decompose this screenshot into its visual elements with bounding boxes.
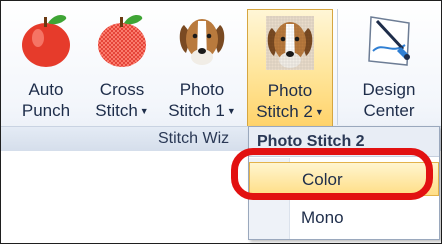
menu-item-mono[interactable]: Mono <box>249 201 439 235</box>
button-line2: Stitch <box>95 101 138 120</box>
auto-punch-button[interactable]: Auto Punch <box>13 7 79 127</box>
menu-item-label: Mono <box>301 208 344 227</box>
button-line2: Stitch 2 <box>256 102 313 121</box>
button-line1: Auto <box>28 80 64 99</box>
dropdown-arrow-icon: ▼ <box>139 106 149 117</box>
dog-photo-mosaic-icon <box>266 16 314 70</box>
apple-icon <box>22 15 70 67</box>
button-line2: Punch <box>21 101 71 120</box>
photo-stitch-1-button[interactable]: Photo Stitch 1 ▼ <box>163 7 241 127</box>
button-line1: Photo <box>179 80 225 99</box>
dropdown-arrow-icon: ▼ <box>314 107 324 118</box>
design-center-button[interactable]: Design Center <box>347 7 431 127</box>
button-line1: Photo <box>267 81 313 100</box>
photo-stitch-2-button[interactable]: Photo Stitch 2 ▼ <box>247 9 333 127</box>
group-separator <box>337 9 338 125</box>
highlight-annotation-ring <box>231 148 433 200</box>
group-label: Stitch Wiz <box>158 130 230 147</box>
button-line1: Design <box>362 80 416 99</box>
button-line2: Center <box>363 101 415 120</box>
cross-stitch-apple-icon <box>98 15 146 67</box>
button-line2: Stitch 1 <box>168 101 225 120</box>
button-line1: Cross <box>99 80 145 99</box>
design-center-icon <box>368 16 410 66</box>
cross-stitch-button[interactable]: Cross Stitch ▼ <box>86 7 158 127</box>
dropdown-arrow-icon: ▼ <box>226 106 236 117</box>
dog-photo-icon <box>179 19 225 65</box>
